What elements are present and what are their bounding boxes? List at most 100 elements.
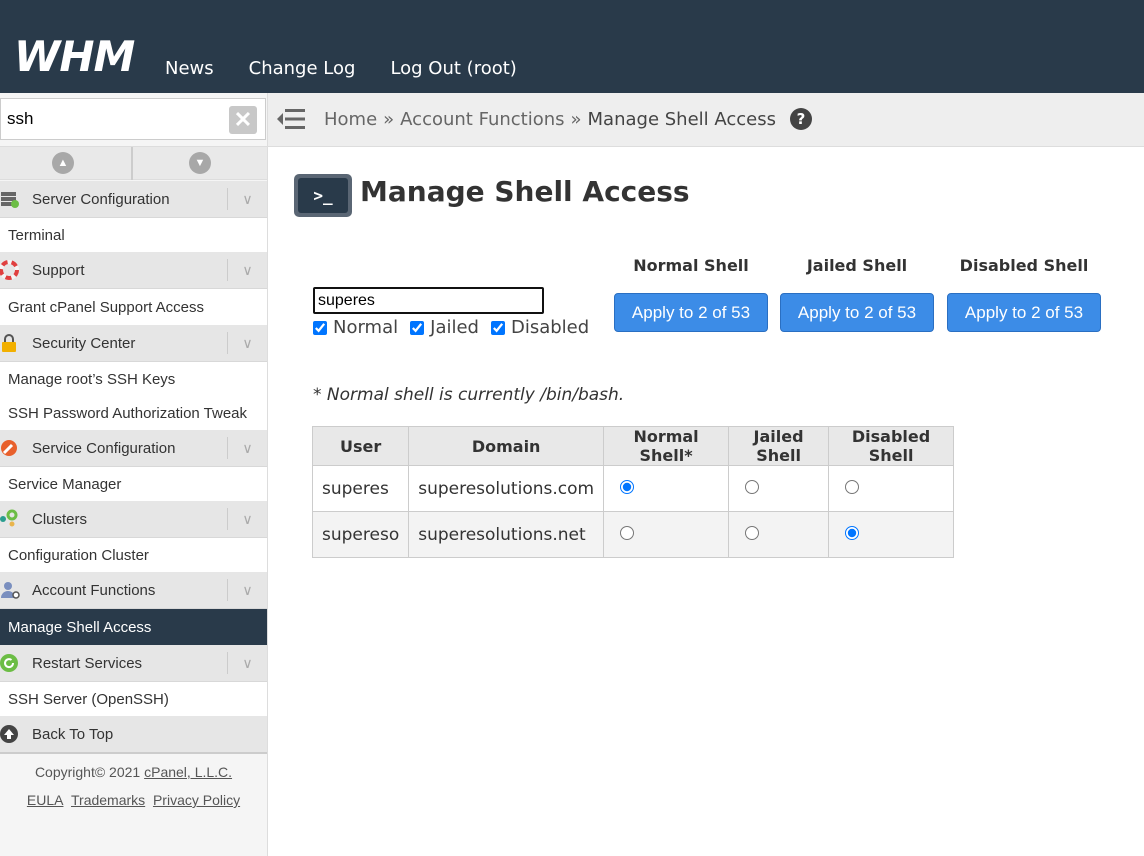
category-label: Clusters <box>32 510 88 528</box>
normal-shell-radio[interactable] <box>620 479 635 494</box>
cluster-icon <box>0 509 20 529</box>
sidebar-item-terminal[interactable]: Terminal <box>0 218 267 252</box>
sidebar-category-service-configuration[interactable]: Service Configuration ∨ <box>0 430 267 467</box>
sidebar-item-ssh-server[interactable]: SSH Server (OpenSSH) <box>0 682 267 716</box>
jailed-shell-cell <box>728 465 830 512</box>
top-nav: News Change Log Log Out (root) <box>165 58 517 79</box>
chevron-down-icon[interactable]: ∨ <box>227 259 267 281</box>
account-filter-input[interactable] <box>313 287 544 314</box>
sidebar-item-grant-support-access[interactable]: Grant cPanel Support Access <box>0 289 267 325</box>
eula-link[interactable]: EULA <box>27 792 64 808</box>
top-header: WHM News Change Log Log Out (root) <box>0 0 1144 93</box>
sidebar-search: ✕ <box>0 98 266 140</box>
privacy-policy-link[interactable]: Privacy Policy <box>153 792 240 808</box>
sidebar-item-service-manager[interactable]: Service Manager <box>0 467 267 501</box>
sidebar-category-account-functions[interactable]: Account Functions ∨ <box>0 572 267 609</box>
chevron-down-icon[interactable]: ∨ <box>227 437 267 459</box>
server-config-icon <box>0 189 20 209</box>
terminal-icon: >_ <box>294 174 352 217</box>
expand-all-button[interactable]: ▼ <box>133 147 266 180</box>
category-label: Security Center <box>32 334 136 352</box>
jailed-shell-cell <box>728 511 830 558</box>
normal-shell-note: * Normal shell is currently /bin/bash. <box>313 385 625 405</box>
col-disabled-shell[interactable]: Disabled Shell <box>828 426 955 466</box>
user-cell: superes <box>311 465 410 512</box>
trademarks-link[interactable]: Trademarks <box>71 792 145 808</box>
normal-checkbox[interactable] <box>313 320 327 335</box>
apply-jailed-shell-button[interactable]: Apply to 2 of 53 <box>780 293 934 332</box>
normal-shell-header: Normal Shell <box>633 256 749 275</box>
accounts-table: User Domain Normal Shell* Jailed Shell D… <box>311 426 955 558</box>
back-to-top-link[interactable]: Back To Top <box>0 716 267 754</box>
page-title: Manage Shell Access <box>360 175 690 208</box>
category-label: Support <box>32 261 85 279</box>
account-icon <box>0 580 20 600</box>
help-icon[interactable]: ? <box>790 108 813 130</box>
sidebar-item-manage-root-ssh-keys[interactable]: Manage root’s SSH Keys <box>0 362 267 396</box>
collapse-all-button[interactable]: ▲ <box>0 147 133 180</box>
chevron-down-icon[interactable]: ∨ <box>227 652 267 674</box>
whm-logo[interactable]: WHM <box>14 36 135 78</box>
breadcrumb-account-functions[interactable]: Account Functions <box>400 109 564 130</box>
nav-logout-link[interactable]: Log Out (root) <box>390 58 516 79</box>
category-label: Service Configuration <box>32 439 176 457</box>
disabled-shell-header: Disabled Shell <box>959 256 1089 275</box>
filter-normal[interactable]: Normal <box>313 317 398 338</box>
chevron-down-icon[interactable]: ∨ <box>227 332 267 354</box>
normal-shell-cell <box>603 511 730 558</box>
disabled-shell-radio[interactable] <box>845 479 860 494</box>
jailed-shell-column: Jailed Shell Apply to 2 of 53 <box>780 256 934 332</box>
jailed-checkbox[interactable] <box>410 320 425 335</box>
cpanel-company-link[interactable]: cPanel, L.L.C. <box>144 764 232 780</box>
table-header-row: User Domain Normal Shell* Jailed Shell D… <box>311 426 955 466</box>
arrow-up-icon <box>0 724 20 744</box>
breadcrumb-separator: » <box>383 108 395 130</box>
chevron-down-icon: ▼ <box>189 152 211 174</box>
jailed-shell-header: Jailed Shell <box>806 256 908 275</box>
chevron-down-icon[interactable]: ∨ <box>227 579 267 601</box>
filter-jailed[interactable]: Jailed <box>410 317 479 338</box>
category-label: Restart Services <box>32 654 143 672</box>
copyright-text: Copyright© 2021 <box>34 764 141 780</box>
nav-news-link[interactable]: News <box>165 58 214 79</box>
breadcrumb-home[interactable]: Home <box>324 109 377 130</box>
col-domain[interactable]: Domain <box>408 426 605 466</box>
sidebar-category-restart-services[interactable]: Restart Services ∨ <box>0 645 267 682</box>
chevron-down-icon[interactable]: ∨ <box>227 188 267 210</box>
sidebar-item-ssh-password-tweak[interactable]: SSH Password Authorization Tweak <box>0 396 267 430</box>
apply-disabled-shell-button[interactable]: Apply to 2 of 53 <box>947 293 1101 332</box>
breadcrumb: Home » Account Functions » Manage Shell … <box>324 108 813 130</box>
disabled-checkbox[interactable] <box>490 320 505 335</box>
sidebar-footer: Copyright© 2021 cPanel, L.L.C. EULA Trad… <box>0 754 267 814</box>
lock-icon <box>0 333 20 353</box>
sidebar-search-input[interactable] <box>1 99 211 139</box>
sidebar-category-support[interactable]: Support ∨ <box>0 252 267 289</box>
domain-cell: superesolutions.net <box>408 511 605 558</box>
category-label: Account Functions <box>32 581 156 599</box>
nav-change-log-link[interactable]: Change Log <box>249 58 356 79</box>
col-user[interactable]: User <box>311 426 410 466</box>
wrench-icon <box>0 438 20 458</box>
sidebar-menu: Server Configuration ∨ Terminal Support … <box>0 181 267 814</box>
menu-toggle-icon[interactable] <box>276 106 306 132</box>
jailed-shell-radio[interactable] <box>745 479 760 494</box>
sidebar-category-security-center[interactable]: Security Center ∨ <box>0 325 267 362</box>
sidebar-category-clusters[interactable]: Clusters ∨ <box>0 501 267 538</box>
apply-normal-shell-button[interactable]: Apply to 2 of 53 <box>614 293 768 332</box>
disabled-shell-cell <box>828 465 955 512</box>
col-normal-shell[interactable]: Normal Shell* <box>603 426 730 466</box>
chevron-up-icon: ▲ <box>52 152 74 174</box>
jailed-shell-radio[interactable] <box>745 525 760 540</box>
breadcrumb-bar: Home » Account Functions » Manage Shell … <box>268 93 1144 147</box>
chevron-down-icon[interactable]: ∨ <box>227 508 267 530</box>
sidebar-category-server-configuration[interactable]: Server Configuration ∨ <box>0 181 267 218</box>
clear-search-icon[interactable]: ✕ <box>229 106 257 134</box>
back-to-top-label: Back To Top <box>32 725 114 743</box>
normal-shell-radio[interactable] <box>620 525 635 540</box>
disabled-shell-radio[interactable] <box>845 525 860 540</box>
table-row: supereso superesolutions.net <box>311 511 955 558</box>
sidebar-item-configuration-cluster[interactable]: Configuration Cluster <box>0 538 267 572</box>
filter-disabled[interactable]: Disabled <box>490 317 589 338</box>
col-jailed-shell[interactable]: Jailed Shell <box>728 426 830 466</box>
sidebar-item-manage-shell-access[interactable]: Manage Shell Access <box>0 609 267 645</box>
